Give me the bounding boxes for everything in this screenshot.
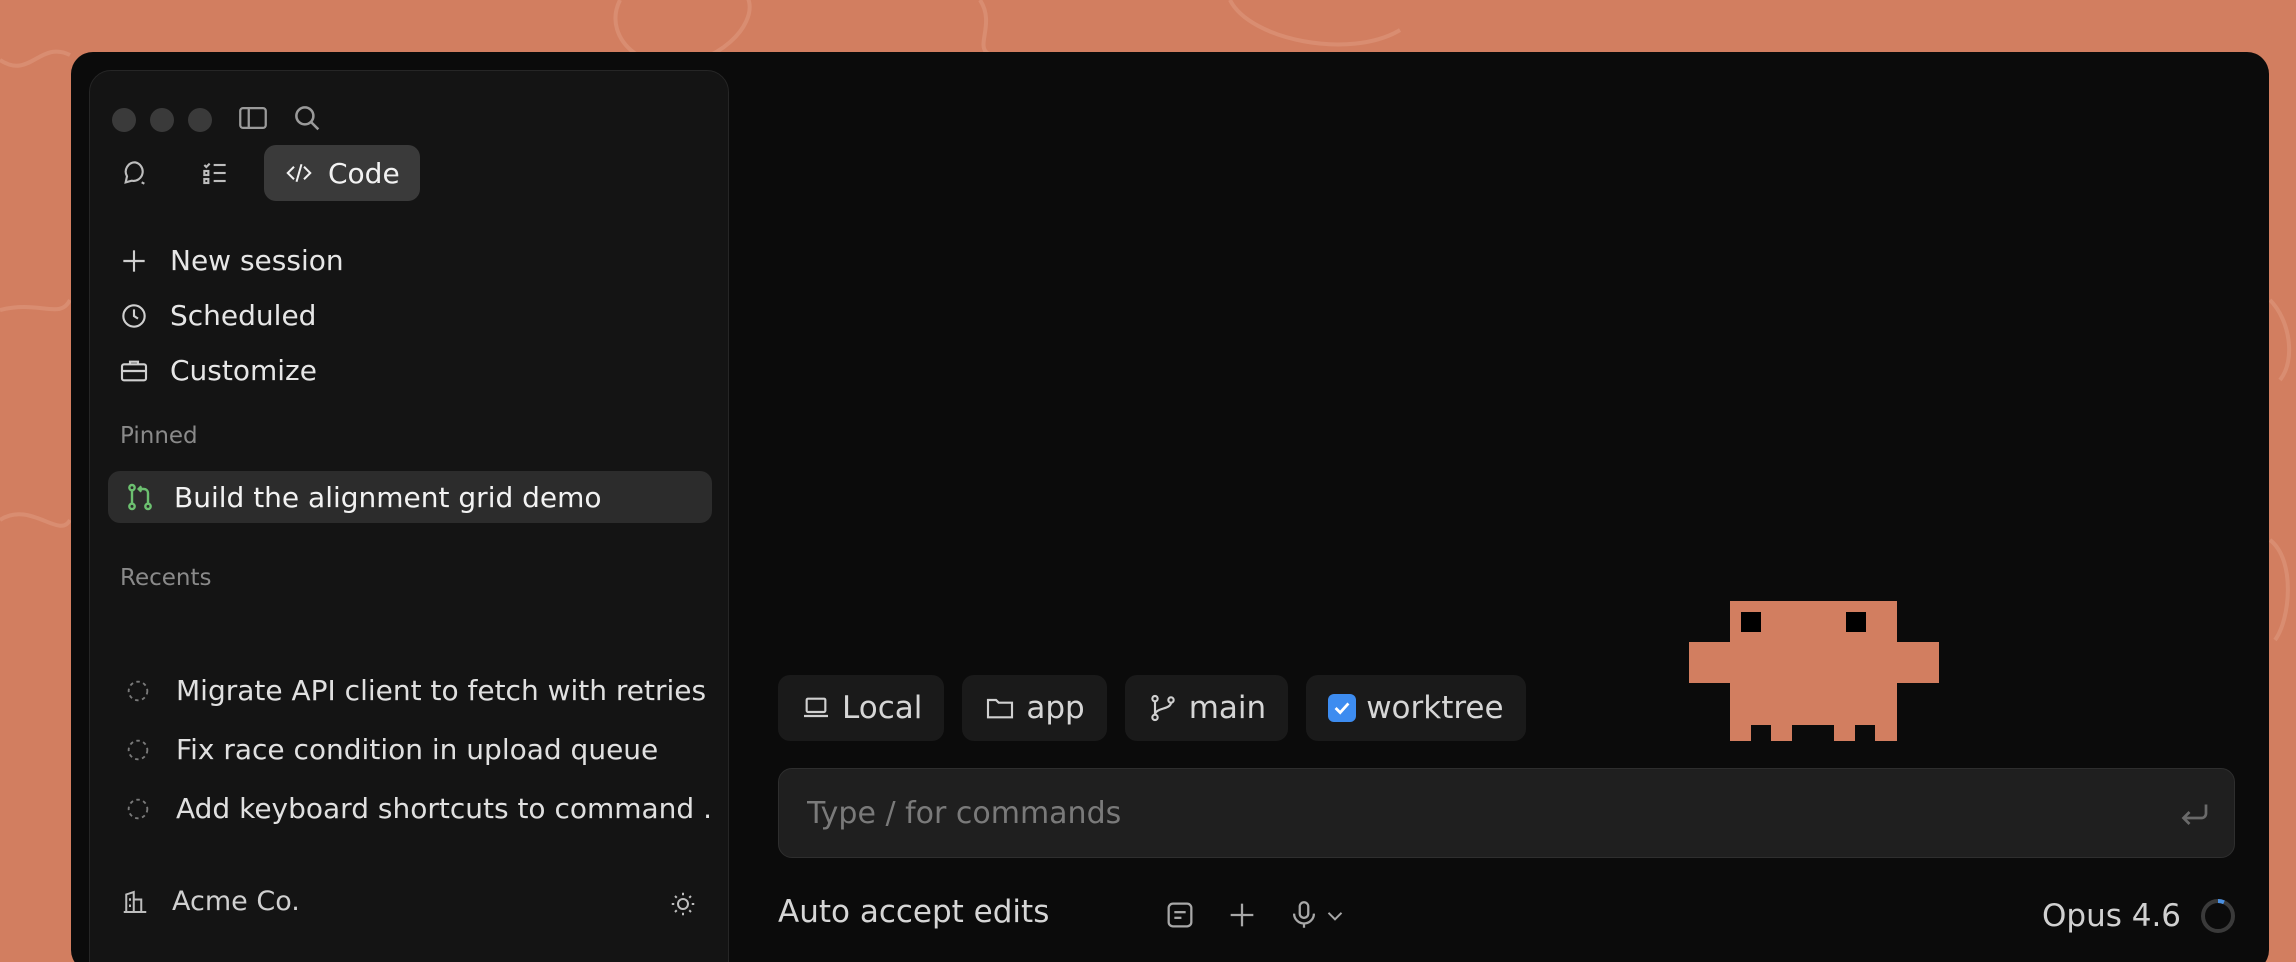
building-icon [123,890,147,913]
enter-icon[interactable] [2176,797,2212,833]
sidebar-nav: New session Scheduled Customize [118,233,708,398]
folder-chip[interactable]: app [962,675,1107,741]
checklist-icon [203,162,226,185]
app-window: Code New session Scheduled Customize Pin… [71,52,2269,962]
pinned-session-label: Build the alignment grid demo [174,480,602,514]
maximize-window-button[interactable] [188,108,212,132]
model-selector[interactable]: Opus 4.6 [2042,898,2181,934]
recent-session-label: Fix race condition in upload queue [176,733,659,766]
nav-label: Customize [170,354,317,387]
branch-chip[interactable]: main [1124,675,1289,741]
plus-icon [123,249,145,272]
clock-icon [122,303,146,328]
nav-label: New session [170,244,344,277]
chat-mode-button[interactable] [104,145,166,201]
recent-session[interactable]: Migrate API client to fetch with retries [124,661,714,720]
org-name: Acme Co. [172,886,300,917]
git-branch-icon [1150,694,1175,722]
checkmark-icon [1334,702,1350,715]
code-mode-label: Code [328,156,400,190]
microphone-icon[interactable] [1287,898,1321,932]
worktree-checkbox[interactable] [1328,694,1357,722]
org-switcher[interactable]: Acme Co. [120,886,300,917]
dashed-circle-icon [127,798,149,819]
environment-chip[interactable]: Local [778,675,945,741]
prompt-composer [778,768,2235,858]
recent-session[interactable]: Fix race condition in upload queue [124,720,714,779]
pixel-mascot [1689,601,1939,771]
auto-accept-toggle[interactable]: Auto accept edits [778,894,1049,930]
plus-icon[interactable] [1225,898,1259,932]
recent-session[interactable]: Add keyboard shortcuts to command ... [124,779,714,838]
recents-heading: Recents [120,565,212,591]
nav-label: Scheduled [170,299,317,332]
folder-label: app [1026,690,1085,726]
window-controls [112,108,212,132]
chat-icon [124,161,145,185]
folder-icon [987,698,1014,719]
chevron-down-icon[interactable] [1322,898,1348,932]
worktree-chip[interactable]: worktree [1306,675,1526,741]
search-icon[interactable] [290,101,324,135]
dashed-circle-icon [127,739,149,760]
code-icon [286,163,312,183]
code-mode-button[interactable]: Code [264,145,420,201]
pinned-session[interactable]: Build the alignment grid demo [108,471,712,523]
close-window-button[interactable] [112,108,136,132]
scheduled-button[interactable]: Scheduled [118,288,708,343]
dashed-circle-icon [127,680,149,701]
pinned-heading: Pinned [120,423,198,449]
minimize-window-button[interactable] [150,108,174,132]
sun-icon[interactable] [668,889,698,919]
laptop-icon [804,697,828,718]
briefcase-icon [120,360,148,381]
sidebar: Code New session Scheduled Customize Pin… [89,70,729,962]
pull-request-icon [128,483,152,511]
environment-label: Local [842,690,923,726]
worktree-label: worktree [1366,690,1504,726]
sidebar-toggle-icon[interactable] [236,101,270,135]
mode-switcher: Code [104,145,420,201]
usage-ring-icon [2201,899,2235,933]
new-session-button[interactable]: New session [118,233,708,288]
composer-toolbar: Auto accept edits Opus 4.6 [778,884,2235,944]
recent-session-label: Migrate API client to fetch with retries [176,674,707,707]
tasks-mode-button[interactable] [184,145,246,201]
customize-button[interactable]: Customize [118,343,708,398]
recents-list: Migrate API client to fetch with retries… [124,661,714,838]
branch-label: main [1188,690,1267,726]
context-chips: Local app main worktree [778,675,1526,741]
prompt-input[interactable] [807,769,2147,857]
note-icon[interactable] [1163,898,1197,932]
recent-session-label: Add keyboard shortcuts to command ... [176,792,714,825]
